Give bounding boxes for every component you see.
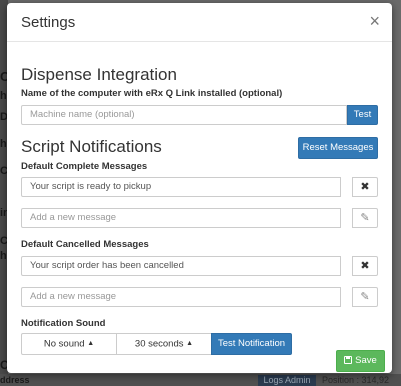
add-cancelled-message-input[interactable]: Add a new message	[21, 287, 341, 307]
sound-select-label: No sound	[43, 338, 85, 350]
background-position-text: Position : 314,92	[322, 375, 390, 385]
save-button[interactable]: Save	[336, 350, 385, 372]
test-dispense-button[interactable]: Test	[347, 105, 378, 125]
cancelled-messages-label: Default Cancelled Messages	[21, 239, 149, 250]
reset-messages-button[interactable]: Reset Messages	[298, 137, 378, 159]
edit-pencil-icon[interactable]: ✎	[352, 287, 378, 307]
sound-select-button[interactable]: No sound ▲	[21, 333, 117, 355]
caret-up-icon: ▲	[87, 340, 95, 347]
complete-message-item: Your script is ready to pickup	[21, 177, 341, 197]
modal-title: Settings	[21, 14, 76, 31]
settings-modal: Settings × Dispense Integration Name of …	[7, 3, 392, 373]
caret-up-icon: ▲	[186, 340, 194, 347]
edit-pencil-icon[interactable]: ✎	[352, 208, 378, 228]
modal-header: Settings ×	[7, 3, 392, 42]
save-floppy-icon	[344, 356, 353, 364]
script-notifications-title: Script Notifications	[21, 137, 162, 156]
cancelled-message-item: Your script order has been cancelled	[21, 256, 341, 276]
notification-sound-label: Notification Sound	[21, 318, 106, 329]
interval-select-button[interactable]: 30 seconds ▲	[116, 333, 212, 355]
save-button-label: Save	[355, 355, 377, 366]
test-notification-button[interactable]: Test Notification	[211, 333, 292, 355]
add-complete-message-input[interactable]: Add a new message	[21, 208, 341, 228]
background-address-label: ddress	[0, 375, 30, 385]
complete-messages-label: Default Complete Messages	[21, 161, 148, 172]
close-icon[interactable]: ×	[369, 12, 380, 30]
machine-name-label: Name of the computer with eRx Q Link ins…	[21, 88, 283, 99]
remove-message-icon[interactable]: ✖	[352, 256, 378, 276]
interval-select-label: 30 seconds	[134, 338, 184, 350]
dispense-integration-title: Dispense Integration	[21, 65, 177, 84]
remove-message-icon[interactable]: ✖	[352, 177, 378, 197]
machine-name-input[interactable]: Machine name (optional)	[21, 105, 347, 125]
background-logs-button: Logs Admin	[258, 375, 316, 386]
